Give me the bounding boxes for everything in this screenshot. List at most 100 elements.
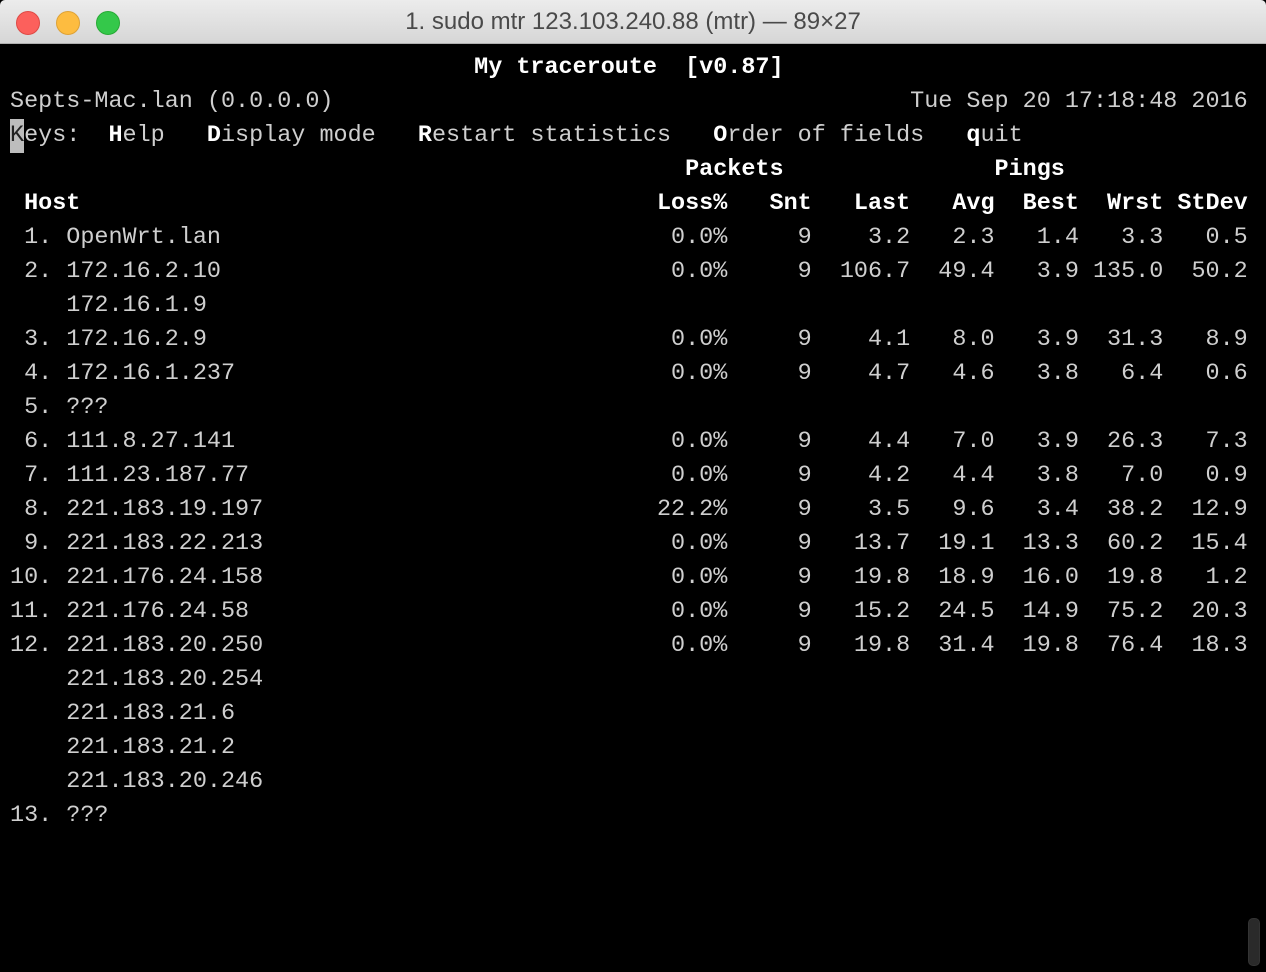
key-restart-statistics[interactable]: Restart statistics bbox=[418, 119, 671, 153]
hop-avg: 4.4 bbox=[952, 462, 995, 489]
hop-stdev: 0.5 bbox=[1205, 224, 1248, 251]
hop-avg: 9.6 bbox=[952, 496, 995, 523]
key-label-rest: uit bbox=[980, 122, 1023, 149]
hop-last: 4.4 bbox=[867, 428, 911, 455]
hop-host: 221.183.20.246 bbox=[66, 768, 264, 795]
hop-host: 172.16.1.9 bbox=[66, 292, 207, 319]
datetime: Tue Sep 20 17:18:48 2016 bbox=[910, 88, 1248, 115]
hop-best: 19.8 bbox=[1022, 632, 1079, 659]
local-hostname: Septs-Mac.lan (0.0.0.0) bbox=[10, 88, 334, 115]
hop-stdev: 0.9 bbox=[1205, 462, 1248, 489]
hop-row: 221.183.20.246 bbox=[10, 765, 1262, 799]
hop-row: 13.??? bbox=[10, 799, 1262, 833]
key-letter: O bbox=[713, 122, 728, 149]
hop-loss: 0.0% bbox=[671, 564, 728, 591]
hop-best: 3.9 bbox=[1036, 428, 1079, 455]
hop-best: 13.3 bbox=[1022, 530, 1079, 557]
hop-number: 4. bbox=[24, 360, 53, 387]
hop-wrst: 31.3 bbox=[1107, 326, 1164, 353]
col-avg: Avg bbox=[952, 190, 995, 217]
hop-row: 10. 221.176.24.158 0.0% 9 19.8 18.9 16.0 19.8 1.… bbox=[10, 561, 1262, 595]
keys-label: Keys: bbox=[10, 119, 81, 153]
hop-host: 111.8.27.141 bbox=[66, 428, 236, 455]
hop-avg: 8.0 bbox=[952, 326, 995, 353]
hop-wrst: 76.4 bbox=[1107, 632, 1164, 659]
hop-wrst: 75.2 bbox=[1107, 598, 1164, 625]
hop-loss: 0.0% bbox=[671, 326, 728, 353]
hop-host: 221.183.21.6 bbox=[66, 700, 236, 727]
hop-loss: 0.0% bbox=[671, 632, 728, 659]
hop-best: 3.9 bbox=[1036, 326, 1079, 353]
hop-host: 221.183.22.213 bbox=[66, 530, 264, 557]
hop-row: 4. 172.16.1.237 0.0% 9 4.7 4.6 3.8 6.4 0.6 bbox=[10, 357, 1262, 391]
hop-row: 1. OpenWrt.lan 0.0% 9 3.2 2.3 1.4 3.3 0.5 bbox=[10, 221, 1262, 255]
hop-wrst: 135.0 bbox=[1092, 258, 1164, 285]
hop-number: 1. bbox=[24, 224, 53, 251]
hop-number: 10. bbox=[10, 564, 53, 591]
hop-last: 19.8 bbox=[853, 564, 911, 591]
key-label-rest: rder of fields bbox=[727, 122, 925, 149]
hop-wrst: 26.3 bbox=[1107, 428, 1164, 455]
key-order-of-fields[interactable]: Order of fields bbox=[713, 119, 924, 153]
hop-row: 221.183.21.2 bbox=[10, 731, 1262, 765]
hop-last: 4.7 bbox=[867, 360, 911, 387]
hop-avg: 4.6 bbox=[952, 360, 995, 387]
hop-wrst: 3.3 bbox=[1121, 224, 1164, 251]
hop-host: 172.16.2.10 bbox=[66, 258, 221, 285]
host-row: Septs-Mac.lan (0.0.0.0) Tue Sep 20 17:18… bbox=[10, 85, 1262, 119]
hop-row: 221.183.20.254 bbox=[10, 663, 1262, 697]
hop-host: 172.16.1.237 bbox=[66, 360, 236, 387]
hop-snt: 9 bbox=[797, 496, 812, 523]
hop-host: 111.23.187.77 bbox=[66, 462, 250, 489]
hop-loss: 22.2% bbox=[656, 496, 728, 523]
title-row: My traceroute [v0.87] bbox=[10, 51, 1262, 85]
hop-wrst: 38.2 bbox=[1107, 496, 1164, 523]
column-header-row: Host Loss% Snt Last Avg Best Wrst StDev bbox=[10, 187, 1262, 221]
hop-stdev: 8.9 bbox=[1205, 326, 1248, 353]
key-quit[interactable]: quit bbox=[966, 119, 1022, 153]
hop-row: 7. 111.23.187.77 0.0% 9 4.2 4.4 3.8 7.0 0.9 bbox=[10, 459, 1262, 493]
hop-host: 221.183.20.254 bbox=[66, 666, 264, 693]
hop-host: ??? bbox=[66, 802, 109, 829]
hop-snt: 9 bbox=[797, 598, 812, 625]
hop-snt: 9 bbox=[797, 462, 812, 489]
hop-snt: 9 bbox=[797, 428, 812, 455]
packets-header: Packets bbox=[685, 156, 784, 183]
key-letter: H bbox=[108, 122, 123, 149]
hop-list: 1. OpenWrt.lan 0.0% 9 3.2 2.3 1.4 3.3 0.5 2. 172.1… bbox=[10, 221, 1262, 833]
key-help[interactable]: Help bbox=[108, 119, 164, 153]
hop-row: 5.??? bbox=[10, 391, 1262, 425]
hop-host: 221.183.21.2 bbox=[66, 734, 236, 761]
hop-wrst: 7.0 bbox=[1121, 462, 1164, 489]
hop-avg: 24.5 bbox=[938, 598, 995, 625]
hop-row: 11. 221.176.24.58 0.0% 9 15.2 24.5 14.9 75.2 20.… bbox=[10, 595, 1262, 629]
key-display-mode[interactable]: Display mode bbox=[207, 119, 376, 153]
hop-avg: 7.0 bbox=[952, 428, 995, 455]
hop-host: 172.16.2.9 bbox=[66, 326, 207, 353]
key-label-rest: elp bbox=[122, 122, 165, 149]
hop-wrst: 6.4 bbox=[1121, 360, 1164, 387]
hop-number: 11. bbox=[10, 598, 53, 625]
hop-last: 4.2 bbox=[867, 462, 911, 489]
hop-snt: 9 bbox=[797, 564, 812, 591]
col-stdev: StDev bbox=[1177, 190, 1248, 217]
hop-loss: 0.0% bbox=[671, 462, 728, 489]
hop-host: OpenWrt.lan bbox=[66, 224, 221, 251]
scrollbar[interactable] bbox=[1248, 918, 1260, 966]
col-last: Last bbox=[853, 190, 911, 217]
window-titlebar: 1. sudo mtr 123.103.240.88 (mtr) — 89×27 bbox=[0, 0, 1266, 44]
terminal[interactable]: My traceroute [v0.87] Septs-Mac.lan (0.0… bbox=[10, 51, 1262, 833]
hop-host: 221.176.24.58 bbox=[66, 598, 250, 625]
hop-last: 106.7 bbox=[839, 258, 911, 285]
hop-loss: 0.0% bbox=[671, 530, 728, 557]
hop-number: 5. bbox=[24, 394, 53, 421]
hop-row: 221.183.21.6 bbox=[10, 697, 1262, 731]
hop-best: 1.4 bbox=[1036, 224, 1079, 251]
col-snt: Snt bbox=[769, 190, 812, 217]
hop-snt: 9 bbox=[797, 632, 812, 659]
hop-number: 9. bbox=[24, 530, 53, 557]
hop-avg: 49.4 bbox=[938, 258, 995, 285]
hop-last: 15.2 bbox=[853, 598, 911, 625]
key-letter: D bbox=[206, 122, 221, 149]
hop-host: 221.183.20.250 bbox=[66, 632, 264, 659]
